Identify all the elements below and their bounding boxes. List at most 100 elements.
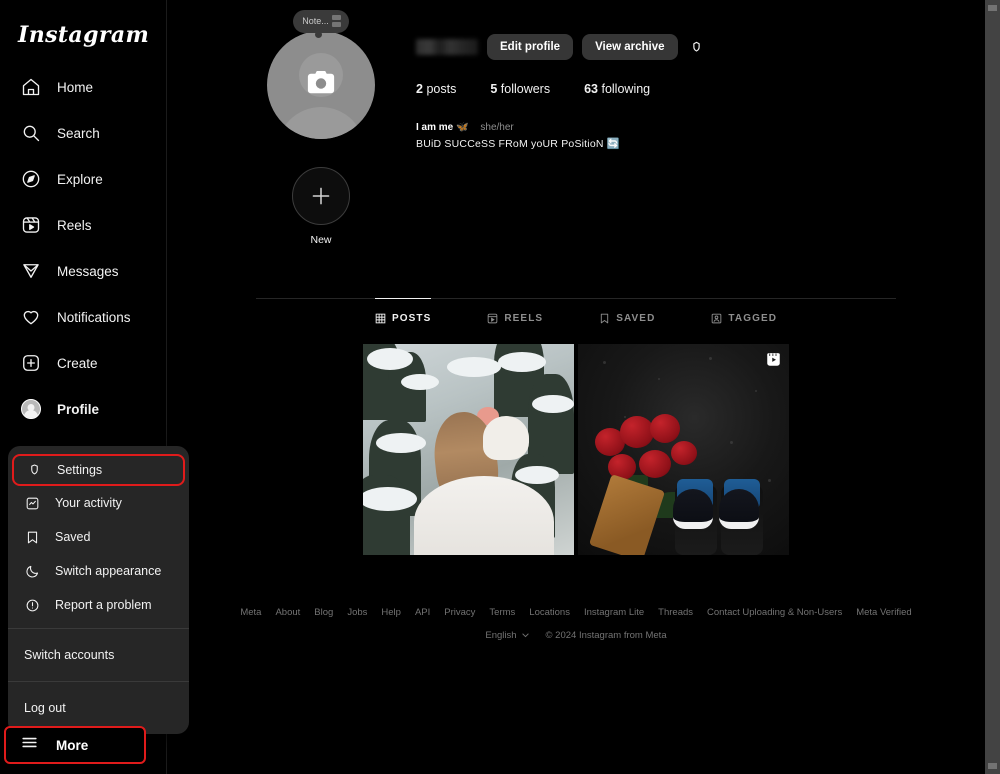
sidebar-item-create[interactable]: Create: [6, 344, 160, 382]
note-label: Note...: [302, 16, 329, 26]
scrollbar-up-arrow[interactable]: [988, 5, 997, 11]
more-button-label: More: [56, 737, 89, 753]
view-archive-button[interactable]: View archive: [582, 34, 678, 60]
language-selector[interactable]: English: [485, 630, 529, 641]
profile-tabs: POSTS REELS SAVED TAGGED: [256, 298, 896, 336]
stat-following-label: following: [601, 82, 651, 96]
sidebar-item-reels[interactable]: Reels: [6, 206, 160, 244]
menu-item-your-activity[interactable]: Your activity: [8, 486, 189, 520]
sidebar: Instagram Home Search Explore Reels Mess…: [0, 0, 189, 774]
scrollbar-down-arrow[interactable]: [988, 763, 997, 769]
footer-link-meta[interactable]: Meta: [240, 607, 261, 618]
sidebar-item-search[interactable]: Search: [6, 114, 160, 152]
footer-link-about[interactable]: About: [275, 607, 300, 618]
heart-icon: [20, 306, 42, 328]
profile-actions-row: Edit profile View archive: [416, 34, 926, 60]
menu-item-settings[interactable]: Settings: [12, 454, 185, 486]
footer-link-threads[interactable]: Threads: [658, 607, 693, 618]
footer-bottom-row: English © 2024 Instagram from Meta: [226, 630, 926, 641]
add-highlight-button[interactable]: [292, 167, 350, 225]
instagram-logo[interactable]: Instagram: [0, 0, 166, 48]
sidebar-item-label: Create: [57, 355, 98, 371]
menu-item-saved[interactable]: Saved: [8, 520, 189, 554]
sidebar-item-messages[interactable]: Messages: [6, 252, 160, 290]
menu-item-log-out[interactable]: Log out: [8, 688, 189, 728]
stat-posts[interactable]: 2 posts: [416, 82, 456, 96]
footer-link-locations[interactable]: Locations: [529, 607, 570, 618]
stat-posts-label: posts: [426, 82, 457, 96]
home-icon: [20, 76, 42, 98]
gear-icon: [26, 462, 43, 479]
sidebar-item-label: Home: [57, 79, 94, 95]
tab-saved[interactable]: SAVED: [599, 298, 655, 336]
plus-icon: [312, 187, 330, 205]
tab-label: TAGGED: [728, 313, 778, 324]
sidebar-item-label: Notifications: [57, 309, 131, 325]
profile-avatar[interactable]: [267, 31, 375, 139]
note-bubble[interactable]: Note...: [293, 10, 349, 38]
story-highlight-new: New: [292, 167, 350, 246]
tab-reels[interactable]: REELS: [487, 298, 543, 336]
profile-container: Note... New Edit profile View archive 2 …: [226, 0, 926, 641]
footer-copyright: © 2024 Instagram from Meta: [545, 630, 667, 641]
camera-icon: [306, 70, 336, 101]
sidebar-item-label: Search: [57, 125, 100, 141]
footer-link-help[interactable]: Help: [381, 607, 401, 618]
vertical-scrollbar[interactable]: [985, 0, 1000, 774]
footer-link-contact-uploading[interactable]: Contact Uploading & Non-Users: [707, 607, 842, 618]
note-scroll-icon: [331, 15, 341, 27]
sidebar-item-label: Reels: [57, 217, 92, 233]
footer-link-instagram-lite[interactable]: Instagram Lite: [584, 607, 644, 618]
menu-item-label: Your activity: [55, 496, 122, 510]
alert-circle-icon: [24, 597, 41, 614]
reels-icon: [20, 214, 42, 236]
footer-link-api[interactable]: API: [415, 607, 430, 618]
reels-icon: [488, 313, 498, 324]
post-thumbnail-1[interactable]: [363, 344, 574, 555]
gear-icon: [692, 41, 700, 52]
stat-followers-count: 5: [490, 82, 498, 96]
moon-icon: [24, 563, 41, 580]
menu-item-label: Report a problem: [55, 598, 152, 612]
more-button[interactable]: More: [4, 726, 146, 764]
menu-item-report-a-problem[interactable]: Report a problem: [8, 588, 189, 622]
post-grid: [363, 344, 789, 555]
profile-stats: 2 posts 5 followers 63 following: [416, 82, 926, 96]
footer-link-blog[interactable]: Blog: [314, 607, 333, 618]
stat-following-count: 63: [584, 82, 598, 96]
stat-followers[interactable]: 5 followers: [490, 82, 550, 96]
sidebar-item-label: Profile: [57, 401, 100, 417]
sidebar-item-notifications[interactable]: Notifications: [6, 298, 160, 336]
menu-item-label: Settings: [57, 463, 103, 477]
bio-text: BUiD SUCCeSS FRoM yoUR PoSitioN 🔄: [416, 137, 621, 150]
post-thumbnail-2[interactable]: [578, 344, 789, 555]
stat-following[interactable]: 63 following: [584, 82, 650, 96]
menu-item-label: Switch appearance: [55, 564, 162, 578]
menu-divider: [8, 681, 189, 682]
edit-profile-button[interactable]: Edit profile: [487, 34, 574, 60]
settings-gear-button[interactable]: [687, 40, 706, 55]
footer-link-privacy[interactable]: Privacy: [444, 607, 475, 618]
sidebar-item-home[interactable]: Home: [6, 68, 160, 106]
sidebar-item-profile[interactable]: Profile: [6, 390, 160, 428]
menu-item-switch-appearance[interactable]: Switch appearance: [8, 554, 189, 588]
grid-icon: [375, 313, 386, 324]
sidebar-item-explore[interactable]: Explore: [6, 160, 160, 198]
tagged-icon: [712, 313, 722, 324]
tab-tagged[interactable]: TAGGED: [711, 298, 777, 336]
tab-label: SAVED: [616, 313, 656, 324]
profile-bio: I am me 🦋 she/her BUiD SUCCeSS FRoM yoUR…: [416, 120, 926, 152]
footer-links: Meta About Blog Jobs Help API Privacy Te…: [226, 607, 926, 618]
tab-posts[interactable]: POSTS: [374, 298, 432, 336]
tab-label: POSTS: [391, 313, 432, 324]
footer-link-jobs[interactable]: Jobs: [347, 607, 367, 618]
menu-item-switch-accounts[interactable]: Switch accounts: [8, 635, 189, 675]
bookmark-icon: [24, 529, 41, 546]
footer-link-meta-verified[interactable]: Meta Verified: [856, 607, 911, 618]
tab-label: REELS: [504, 313, 544, 324]
instagram-profile-page: Instagram Home Search Explore Reels Mess…: [0, 0, 1000, 774]
menu-item-label: Saved: [55, 530, 91, 544]
footer-link-terms[interactable]: Terms: [489, 607, 515, 618]
stat-posts-count: 2: [416, 82, 423, 96]
menu-divider: [8, 628, 189, 629]
